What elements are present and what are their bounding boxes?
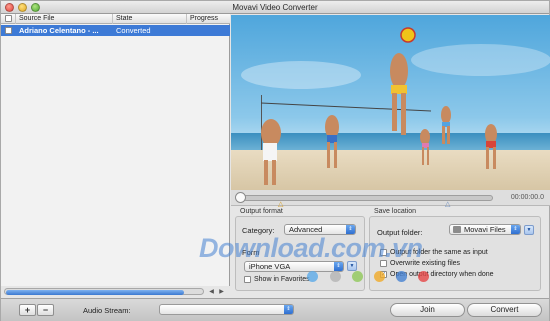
scroll-left-arrow-icon[interactable]: ◀ [207,288,216,296]
column-separator [186,14,187,24]
output-format-heading: Output format [240,208,283,215]
remove-file-button[interactable]: − [37,304,54,316]
video-preview [231,15,550,190]
column-header-state[interactable]: State [116,15,132,22]
output-folder-select[interactable]: Movavi Files ⇕ [449,224,521,235]
add-file-button[interactable]: + [19,304,36,316]
title-bar: Movavi Video Converter [1,1,549,14]
show-in-favorites-checkbox[interactable] [244,276,251,283]
trim-start-marker-icon[interactable]: △ [278,200,283,208]
download-watermark: Download.com.vn [199,233,423,263]
select-all-checkbox[interactable] [5,15,12,22]
watermark-dot [418,271,429,282]
trim-end-marker-icon[interactable]: △ [445,200,450,208]
show-in-favorites-label: Show in Favorites [254,276,310,283]
save-location-heading: Save location [374,208,417,215]
watermark-dot [352,271,363,282]
column-separator [112,14,113,24]
join-button[interactable]: Join [390,303,465,317]
scrollbar-track[interactable] [4,288,204,295]
column-header-source-file[interactable]: Source File [19,15,54,22]
playback-timeline: △ △ 00:00:00.0 [231,190,550,208]
watermark-dot [330,271,341,282]
window-title: Movavi Video Converter [232,3,318,12]
file-row-name: Adriano Celentano - ... [19,26,99,35]
audio-stream-label: Audio Stream: [83,306,131,315]
file-list: Source File State Progress Adriano Celen… [1,14,230,286]
file-list-header: Source File State Progress [1,14,230,24]
output-folder-select-arrows-icon: ⇕ [511,225,520,234]
file-row[interactable]: Adriano Celentano - ... Converted [1,25,230,36]
file-row-checkbox[interactable] [5,27,12,34]
output-folder-value: Movavi Files [464,225,506,234]
file-row-state: Converted [116,26,151,35]
watermark-dot [307,271,318,282]
volleyball-icon [400,27,416,43]
file-list-scrollbar[interactable]: ◀ ▶ [4,287,230,297]
column-separator [15,14,16,24]
convert-button[interactable]: Convert [467,303,542,317]
seek-knob[interactable] [235,192,246,203]
audio-stream-select-arrows-icon: ⇕ [284,305,293,314]
bottom-toolbar: + − Audio Stream: ⇕ Join Convert [1,298,549,321]
watermark-dot [396,271,407,282]
scroll-right-arrow-icon[interactable]: ▶ [217,288,226,296]
folder-icon [453,226,461,233]
watermark-dot [374,271,385,282]
scrollbar-thumb[interactable] [6,290,184,295]
column-header-progress[interactable]: Progress [190,15,218,22]
audio-stream-select[interactable]: ⇕ [159,304,294,315]
browse-folder-button[interactable]: ▼ [524,225,534,235]
app-window: Movavi Video Converter Source File State… [0,0,550,321]
playback-time: 00:00:00.0 [510,194,544,201]
preview-players [260,27,497,185]
